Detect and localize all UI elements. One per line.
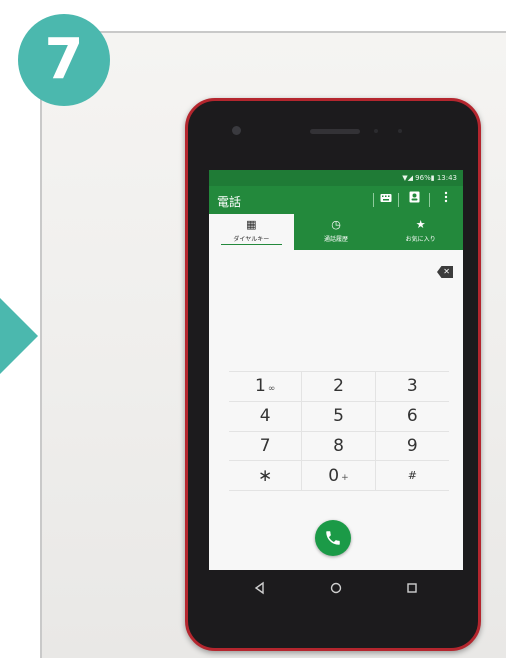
earpiece-speaker xyxy=(310,129,360,134)
app-title: 電話 xyxy=(217,195,242,209)
key-3[interactable]: 3 xyxy=(375,372,449,402)
arrow-icon xyxy=(0,298,38,374)
keyboard-icon[interactable] xyxy=(377,191,395,209)
back-icon[interactable] xyxy=(251,579,269,597)
key-hash[interactable]: # xyxy=(375,461,449,491)
overflow-menu-icon[interactable] xyxy=(437,191,455,209)
app-bar: 電話 xyxy=(209,186,463,214)
star-icon: ★ xyxy=(415,218,426,231)
key-1[interactable]: 1 ∞ xyxy=(229,372,303,402)
key-star[interactable]: ∗ xyxy=(229,461,303,491)
tab-call-history[interactable]: ◷ 通話履歴 xyxy=(294,214,379,250)
tab-label: ダイヤルキー xyxy=(221,234,282,245)
dialpad-icon: ▦ xyxy=(246,218,257,231)
key-digit: 4 xyxy=(259,406,271,427)
home-icon[interactable] xyxy=(327,579,345,597)
navigation-bar xyxy=(209,571,463,605)
key-8[interactable]: 8 xyxy=(302,431,376,462)
key-digit: 6 xyxy=(406,406,418,427)
key-digit: 0 xyxy=(328,465,340,486)
phone-number-field[interactable]: ✕ xyxy=(209,250,463,370)
backspace-icon[interactable]: ✕ xyxy=(437,266,453,278)
key-digit: 3 xyxy=(406,376,418,397)
key-4[interactable]: 4 xyxy=(229,401,303,432)
phone-icon xyxy=(326,531,340,545)
tab-bar: ▦ ダイヤルキー ◷ 通話履歴 ★ お気に入り xyxy=(209,214,463,250)
key-sub-label: + xyxy=(341,473,349,484)
tab-label: お気に入り xyxy=(405,236,436,243)
key-digit: 2 xyxy=(333,376,344,397)
status-bar: ▼◢ 96%▮ 13:43 xyxy=(209,170,463,186)
status-text: ▼◢ 96%▮ 13:43 xyxy=(402,174,457,182)
dialpad: 1 ∞ 2 3 4 5 6 7 8 9 ∗ 0 + # xyxy=(229,371,449,491)
appbar-divider xyxy=(398,193,399,207)
call-button[interactable] xyxy=(315,520,351,556)
key-9[interactable]: 9 xyxy=(375,432,449,462)
voicemail-icon: ∞ xyxy=(267,383,276,394)
contacts-icon[interactable] xyxy=(405,191,423,209)
key-digit: 1 xyxy=(255,376,266,397)
photo-frame: ▼◢ 96%▮ 13:43 電話 ▦ ダイヤルキー ◷ 通話履歴 ★ お気に入り… xyxy=(40,31,506,658)
key-digit: ∗ xyxy=(258,465,273,486)
key-6[interactable]: 6 xyxy=(375,402,449,432)
key-digit: 9 xyxy=(406,435,418,456)
proximity-sensor xyxy=(374,129,378,133)
key-digit: 7 xyxy=(259,435,271,456)
key-2[interactable]: 2 xyxy=(302,372,376,402)
tab-label: 通話履歴 xyxy=(324,236,349,243)
step-number-badge: 7 xyxy=(18,14,110,106)
key-digit: # xyxy=(407,469,417,483)
appbar-divider xyxy=(373,193,374,207)
history-clock-icon: ◷ xyxy=(331,218,341,231)
front-camera xyxy=(232,126,241,135)
tab-dialpad[interactable]: ▦ ダイヤルキー xyxy=(209,214,294,250)
key-digit: 5 xyxy=(333,406,344,427)
tab-favorites[interactable]: ★ お気に入り xyxy=(378,214,463,250)
phone-screen: ▼◢ 96%▮ 13:43 電話 ▦ ダイヤルキー ◷ 通話履歴 ★ お気に入り… xyxy=(209,170,463,570)
smartphone: ▼◢ 96%▮ 13:43 電話 ▦ ダイヤルキー ◷ 通話履歴 ★ お気に入り… xyxy=(185,98,481,651)
key-0[interactable]: 0 + xyxy=(302,461,376,491)
appbar-divider xyxy=(429,193,430,207)
recents-icon[interactable] xyxy=(403,579,421,597)
key-digit: 8 xyxy=(333,435,344,456)
key-5[interactable]: 5 xyxy=(302,401,376,432)
light-sensor xyxy=(398,129,402,133)
key-7[interactable]: 7 xyxy=(229,431,303,462)
